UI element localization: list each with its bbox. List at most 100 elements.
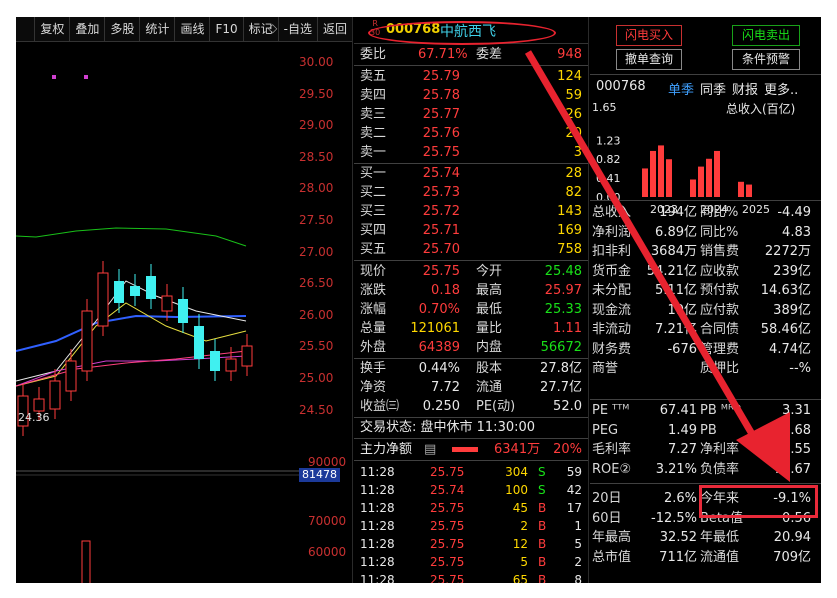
- bid-price: 25.73: [422, 185, 460, 200]
- flash-sell-button[interactable]: 闪电卖出: [732, 25, 800, 46]
- main-flow-row: 主力净额 ▤ 6341万 20%: [354, 440, 588, 459]
- bid-volume: 28: [565, 166, 582, 181]
- fin-y-tick: 0.82: [596, 153, 621, 166]
- diamond-icon[interactable]: ◇: [268, 21, 277, 35]
- fin-value: 7.27: [668, 442, 697, 457]
- fin-row: 净利润 6.89亿 同比% 4.83: [590, 223, 821, 242]
- stat-row: 净资 7.72 流通 27.7亿: [354, 378, 588, 397]
- tick-volume: 45: [512, 501, 528, 515]
- weidiff-label: 委差: [476, 47, 503, 62]
- candle-body: [241, 345, 253, 367]
- candlestick-plot: [16, 75, 306, 583]
- tick-count: 17: [566, 501, 582, 515]
- fin-value: 19亿: [667, 302, 697, 318]
- fin-value-2: --%: [789, 361, 811, 376]
- price-axis-label: 27.50: [299, 213, 334, 227]
- fin-value-2: 58.46亿: [760, 322, 811, 337]
- fin-label: 净利润: [592, 224, 632, 240]
- stat-value-2: 52.0: [553, 399, 582, 414]
- fin-value: 3684万: [650, 244, 697, 259]
- tick-count: 5: [574, 537, 582, 551]
- price-axis-label: 24.50: [299, 402, 334, 417]
- fin-label-2: 流通值: [700, 549, 740, 565]
- fin-tab[interactable]: 单季: [668, 83, 694, 98]
- tick-side: B: [538, 519, 547, 533]
- condition-alert-button[interactable]: 条件预警: [732, 49, 800, 70]
- revenue-bar: [642, 168, 648, 197]
- fin-value-2: 389亿: [773, 302, 811, 318]
- quote-row: 总量 121061 量比 1.11: [354, 319, 588, 338]
- fin-label-2: PB: [700, 422, 717, 438]
- toolbar-item[interactable]: 统计: [139, 17, 174, 41]
- toolbar-item[interactable]: 多股: [104, 17, 139, 41]
- toolbar-item[interactable]: -自选: [277, 17, 317, 41]
- quote-row: 涨幅 0.70% 最低 25.33: [354, 300, 588, 319]
- fin-label-2: 合同债: [700, 322, 740, 337]
- ask-row: 卖二 25.76 20: [354, 124, 588, 143]
- bid-price: 25.70: [422, 242, 460, 257]
- toolbar-item[interactable]: 叠加: [69, 17, 104, 41]
- bid-row: 买二 25.73 82: [354, 183, 588, 202]
- candle-body: [65, 360, 77, 392]
- price-axis-label: 26.50: [299, 276, 334, 291]
- bid-volume: 169: [557, 223, 582, 238]
- revenue-bar: [714, 150, 720, 197]
- toolbar-item[interactable]: 画线: [174, 17, 209, 41]
- fin-label-2: 销售费: [700, 244, 740, 259]
- ma-line-green: [16, 227, 247, 247]
- revenue-bar: [658, 145, 664, 197]
- quote-label: 现价: [360, 264, 387, 279]
- fin-label: PE ᵀᵀᴹ: [592, 403, 630, 418]
- candle-body: [210, 351, 220, 371]
- fin-tab[interactable]: 更多..: [764, 83, 798, 98]
- fin-tab[interactable]: 同季: [700, 83, 726, 98]
- toolbar-item[interactable]: 返回: [316, 17, 352, 41]
- ask-price: 25.76: [422, 126, 460, 141]
- stat-row: 收益㈢ 0.250 PE(动) 52.0: [354, 397, 588, 416]
- fin-tab[interactable]: 财报: [732, 83, 758, 98]
- fin-value-2: -4.49: [777, 205, 811, 220]
- main-flow-value: 6341万: [494, 442, 541, 457]
- tick-row: 11:28 25.74 100 S 42: [354, 481, 588, 499]
- ask-volume: 3: [573, 145, 582, 160]
- flash-buy-button[interactable]: 闪电买入: [616, 25, 682, 46]
- toolbar-item[interactable]: F10: [209, 17, 242, 41]
- fin-value: 32.52: [659, 530, 697, 545]
- quote-value-2: 25.48: [544, 264, 582, 279]
- volume-axis-label: 60000: [308, 545, 347, 559]
- tick-price: 25.75: [430, 537, 465, 551]
- bid-row: 买一 25.74 28: [354, 164, 588, 183]
- stat-value: 7.72: [431, 380, 460, 395]
- stat-value: 0.250: [422, 399, 460, 414]
- price-axis-label: 30.00: [299, 55, 334, 69]
- bid-row: 买五 25.70 758: [354, 240, 588, 259]
- trade-status: 交易状态: 盘中休市 11:30:00: [360, 420, 536, 435]
- stat-value: 0.44%: [418, 361, 460, 376]
- quote-label-2: 量比: [476, 321, 503, 336]
- toolbar-item[interactable]: 复权: [34, 17, 69, 41]
- fin-y-tick: 1.23: [596, 134, 621, 147]
- fin-value-2: 1.68: [782, 422, 811, 438]
- kline-chart[interactable]: 复权 叠加 多股 统计 画线 F10 标记 -自选 返回 ◇ 30.00 29.50 29.00 28…: [16, 17, 353, 583]
- weibi-row: 委比 67.71% 委差 948: [354, 45, 588, 64]
- tick-time: 11:28: [360, 537, 395, 551]
- fin-row: 未分配 5.11亿 预付款 14.63亿: [590, 281, 821, 300]
- fin-value: 194亿: [659, 205, 697, 220]
- volume-current-badge: 81478: [299, 468, 340, 482]
- cancel-query-button[interactable]: 撤单查询: [616, 49, 682, 70]
- candle-body: [194, 326, 204, 359]
- fin-label-2: 净利率: [700, 442, 740, 457]
- fin-value-2: 2272万: [764, 244, 811, 259]
- valuation-row: PEG 1.49 PB 1.68: [590, 421, 821, 440]
- fin-code: 000768: [596, 79, 646, 94]
- tick-price: 25.75: [430, 465, 465, 479]
- fin-label-2: 应付款: [700, 302, 740, 318]
- tick-time: 11:28: [360, 555, 395, 569]
- tick-row: 11:28 25.75 304 S 59: [354, 463, 588, 481]
- fin-row: 扣非利 3684万 销售费 2272万: [590, 242, 821, 261]
- quote-row: 现价 25.75 今开 25.48: [354, 262, 588, 281]
- separator: [590, 483, 821, 484]
- low-price-label: 24.36: [18, 411, 50, 424]
- fin-value: 54.21亿: [646, 263, 697, 279]
- fin-value-2: 4.83: [782, 224, 811, 240]
